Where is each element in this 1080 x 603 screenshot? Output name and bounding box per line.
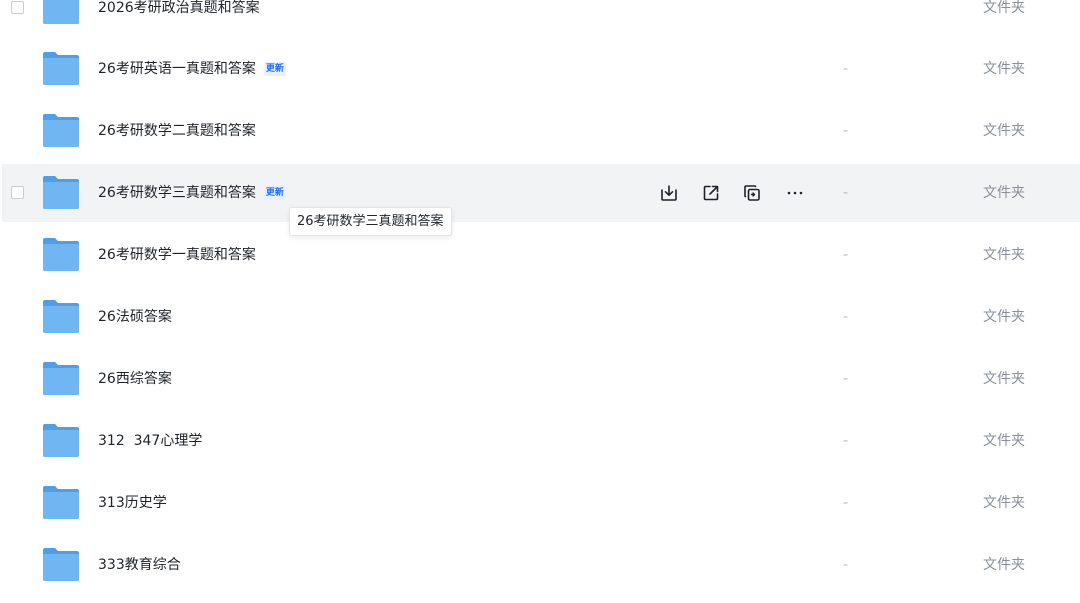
file-type: 文件夹 [983, 495, 1025, 511]
file-row[interactable]: 26考研英语一真题和答案 更新 - 文件夹 [0, 40, 1080, 98]
file-type: 文件夹 [983, 309, 1025, 325]
more-icon[interactable] [785, 183, 805, 203]
file-row[interactable]: 333教育综合 - 文件夹 [0, 536, 1080, 594]
folder-icon [43, 238, 79, 271]
file-list: 2026考研政治真题和答案 文件夹 26考研英语一真题和答案 更新 - 文件夹 … [0, 0, 1080, 603]
download-icon[interactable] [659, 183, 679, 203]
file-row[interactable]: 26考研数学二真题和答案 - 文件夹 [0, 102, 1080, 160]
file-type: 文件夹 [983, 247, 1025, 263]
file-name[interactable]: 26考研数学三真题和答案 更新 [98, 164, 286, 222]
file-size: - [843, 557, 849, 573]
file-name[interactable]: 2026考研政治真题和答案 [98, 0, 260, 37]
folder-icon [43, 362, 79, 395]
file-type: 文件夹 [983, 0, 1025, 16]
file-size: - [843, 61, 849, 77]
file-row[interactable]: 2026考研政治真题和答案 文件夹 [0, 0, 1080, 37]
copy-icon[interactable] [742, 183, 762, 203]
file-type: 文件夹 [983, 123, 1025, 139]
file-size: - [843, 247, 849, 263]
folder-icon [43, 0, 79, 24]
file-size: - [843, 309, 849, 325]
file-size: - [843, 495, 849, 511]
update-badge: 更新 [263, 186, 286, 200]
folder-icon [43, 52, 79, 85]
file-name[interactable]: 312 347心理学 [98, 412, 202, 470]
filename-tooltip: 26考研数学三真题和答案 [289, 207, 452, 236]
file-name[interactable]: 26法硕答案 [98, 288, 172, 346]
folder-icon [43, 486, 79, 519]
file-row[interactable]: 26法硕答案 - 文件夹 [0, 288, 1080, 346]
folder-icon [43, 300, 79, 333]
file-name[interactable]: 26西综答案 [98, 350, 172, 408]
file-type: 文件夹 [983, 433, 1025, 449]
file-type: 文件夹 [983, 61, 1025, 77]
file-name[interactable]: 313历史学 [98, 474, 167, 532]
folder-icon [43, 548, 79, 581]
update-badge: 更新 [263, 62, 286, 76]
file-type: 文件夹 [983, 371, 1025, 387]
file-row[interactable]: 312 347心理学 - 文件夹 [0, 412, 1080, 470]
folder-icon [43, 114, 79, 147]
file-name[interactable]: 333教育综合 [98, 536, 181, 594]
file-name[interactable]: 26考研英语一真题和答案 更新 [98, 40, 286, 98]
file-size: - [843, 123, 849, 139]
file-row[interactable]: 26西综答案 - 文件夹 [0, 350, 1080, 408]
file-row[interactable]: 313历史学 - 文件夹 [0, 474, 1080, 532]
file-size: - [843, 185, 849, 201]
file-size: - [843, 371, 849, 387]
file-type: 文件夹 [983, 185, 1025, 201]
share-icon[interactable] [701, 183, 721, 203]
folder-icon [43, 176, 79, 209]
file-type: 文件夹 [983, 557, 1025, 573]
folder-icon [43, 424, 79, 457]
file-name[interactable]: 26考研数学一真题和答案 [98, 226, 256, 284]
file-row[interactable]: 26考研数学一真题和答案 - 文件夹 [0, 226, 1080, 284]
file-name[interactable]: 26考研数学二真题和答案 [98, 102, 256, 160]
row-checkbox[interactable] [11, 1, 24, 14]
file-size: - [843, 433, 849, 449]
row-checkbox[interactable] [11, 186, 24, 199]
file-row-hovered[interactable]: 26考研数学三真题和答案 更新 - 文件夹 [2, 164, 1080, 222]
